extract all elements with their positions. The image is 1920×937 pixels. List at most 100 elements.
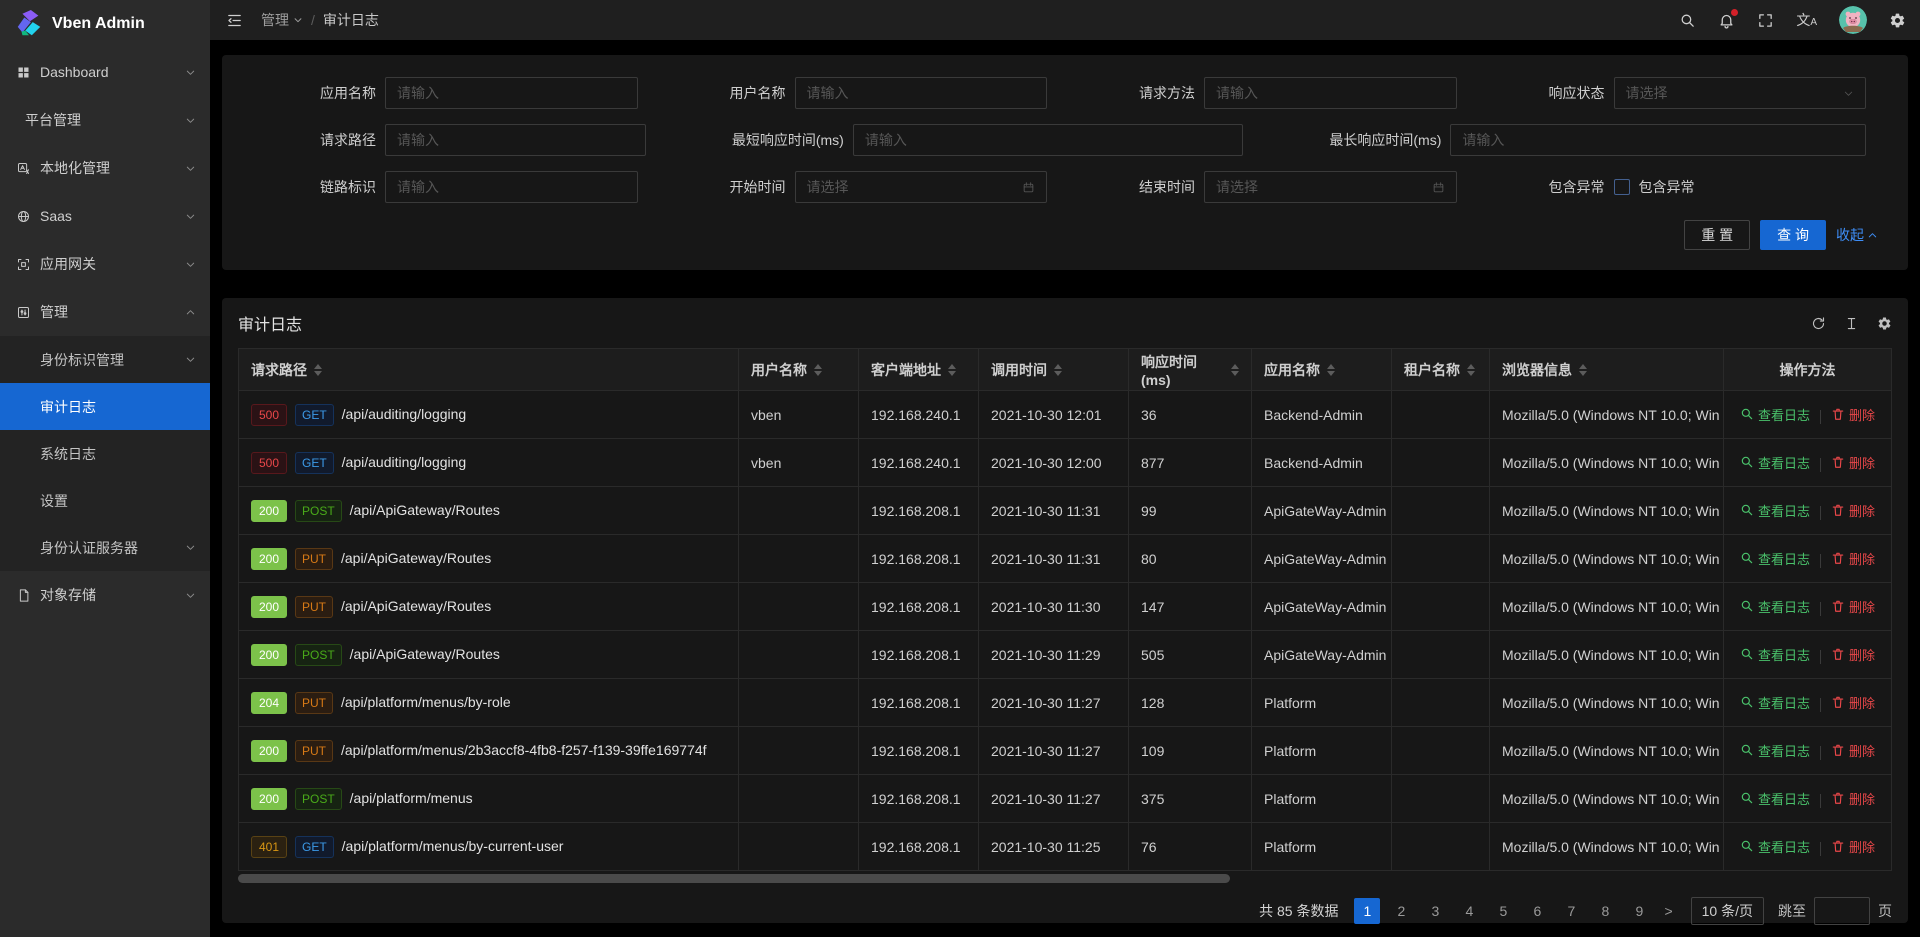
header-actions: 文A bbox=[1679, 6, 1906, 34]
action-divider bbox=[1820, 458, 1821, 472]
page-button-8[interactable]: 8 bbox=[1592, 898, 1618, 924]
delete-button[interactable]: 删除 bbox=[1831, 837, 1875, 856]
col-request-path[interactable]: 请求路径 bbox=[239, 349, 739, 391]
app-name-input[interactable] bbox=[385, 77, 638, 109]
page-button-7[interactable]: 7 bbox=[1558, 898, 1584, 924]
request-path: /api/ApiGateway/Routes bbox=[341, 598, 491, 614]
search-icon[interactable] bbox=[1679, 12, 1696, 29]
sort-icon[interactable] bbox=[1467, 364, 1475, 376]
start-time-picker[interactable]: 请选择 bbox=[795, 171, 1048, 203]
col-browser-info[interactable]: 浏览器信息 bbox=[1490, 349, 1724, 391]
page-button-6[interactable]: 6 bbox=[1524, 898, 1550, 924]
page-button-5[interactable]: 5 bbox=[1490, 898, 1516, 924]
sort-icon[interactable] bbox=[1054, 364, 1062, 376]
view-log-button[interactable]: 查看日志 bbox=[1740, 693, 1810, 712]
col-user-name[interactable]: 用户名称 bbox=[739, 349, 859, 391]
page-jump-input[interactable] bbox=[1814, 897, 1870, 925]
page-button-2[interactable]: 2 bbox=[1388, 898, 1414, 924]
response-status-select[interactable]: 请选择 bbox=[1614, 77, 1867, 109]
max-response-time-input[interactable] bbox=[1450, 124, 1866, 156]
delete-button[interactable]: 删除 bbox=[1831, 549, 1875, 568]
horizontal-scrollbar bbox=[238, 874, 1892, 883]
sort-icon[interactable] bbox=[948, 364, 956, 376]
chevron-down-icon bbox=[185, 211, 196, 222]
view-log-button[interactable]: 查看日志 bbox=[1740, 597, 1810, 616]
sort-icon[interactable] bbox=[1231, 364, 1239, 376]
view-log-button[interactable]: 查看日志 bbox=[1740, 549, 1810, 568]
request-method-input[interactable] bbox=[1204, 77, 1457, 109]
view-log-button[interactable]: 查看日志 bbox=[1740, 741, 1810, 760]
delete-button[interactable]: 删除 bbox=[1831, 741, 1875, 760]
has-exception-checkbox[interactable] bbox=[1614, 179, 1630, 195]
translate-icon[interactable]: 文A bbox=[1796, 13, 1817, 28]
min-response-time-input[interactable] bbox=[853, 124, 1244, 156]
sidebar-item-dashboard[interactable]: Dashboard bbox=[0, 48, 210, 96]
sort-icon[interactable] bbox=[314, 364, 322, 376]
end-time-picker[interactable]: 请选择 bbox=[1204, 171, 1457, 203]
sidebar-item-localization[interactable]: 本地化管理 bbox=[0, 144, 210, 192]
page-button-3[interactable]: 3 bbox=[1422, 898, 1448, 924]
app-name: ApiGateWay-Admin bbox=[1252, 631, 1392, 679]
scrollbar-thumb[interactable] bbox=[238, 874, 1230, 883]
sidebar-item-identity-management[interactable]: 身份标识管理 bbox=[0, 336, 210, 383]
response-time: 877 bbox=[1129, 439, 1252, 487]
view-log-button[interactable]: 查看日志 bbox=[1740, 501, 1810, 520]
delete-button[interactable]: 删除 bbox=[1831, 693, 1875, 712]
gear-icon[interactable] bbox=[1889, 12, 1906, 29]
view-log-button[interactable]: 查看日志 bbox=[1740, 405, 1810, 424]
breadcrumb-management[interactable]: 管理 bbox=[261, 10, 303, 30]
page-button-1[interactable]: 1 bbox=[1354, 898, 1380, 924]
sidebar-item-settings[interactable]: 设置 bbox=[0, 477, 210, 524]
request-path: /api/ApiGateway/Routes bbox=[350, 646, 500, 662]
col-client-address[interactable]: 客户端地址 bbox=[859, 349, 979, 391]
avatar[interactable] bbox=[1839, 6, 1867, 34]
sort-icon[interactable] bbox=[1579, 364, 1587, 376]
menu-fold-icon[interactable] bbox=[226, 12, 243, 29]
refresh-icon[interactable] bbox=[1811, 316, 1826, 331]
delete-button[interactable]: 删除 bbox=[1831, 453, 1875, 472]
page-size-select[interactable]: 10 条/页 bbox=[1691, 897, 1764, 925]
sort-icon[interactable] bbox=[1327, 364, 1335, 376]
col-app-name[interactable]: 应用名称 bbox=[1252, 349, 1392, 391]
row-height-icon[interactable] bbox=[1844, 316, 1859, 331]
page-button-9[interactable]: 9 bbox=[1626, 898, 1652, 924]
next-page-button[interactable]: > bbox=[1660, 903, 1676, 919]
vben-logo-icon bbox=[14, 9, 44, 39]
page-button-4[interactable]: 4 bbox=[1456, 898, 1482, 924]
delete-button[interactable]: 删除 bbox=[1831, 645, 1875, 664]
delete-button[interactable]: 删除 bbox=[1831, 789, 1875, 808]
sidebar-item-identity-server[interactable]: 身份认证服务器 bbox=[0, 524, 210, 571]
col-response-time[interactable]: 响应时间(ms) bbox=[1129, 349, 1252, 391]
fullscreen-icon[interactable] bbox=[1757, 12, 1774, 29]
sidebar-item-audit-log[interactable]: 审计日志 bbox=[0, 383, 210, 430]
query-button[interactable]: 查 询 bbox=[1760, 220, 1826, 250]
tenant-name bbox=[1392, 583, 1490, 631]
col-tenant-name[interactable]: 租户名称 bbox=[1392, 349, 1490, 391]
sidebar-item-system-log[interactable]: 系统日志 bbox=[0, 430, 210, 477]
sidebar-item-management[interactable]: 管理 bbox=[0, 288, 210, 336]
request-path-input[interactable] bbox=[385, 124, 646, 156]
view-log-button[interactable]: 查看日志 bbox=[1740, 837, 1810, 856]
sidebar-item-object-storage[interactable]: 对象存储 bbox=[0, 571, 210, 619]
col-call-time[interactable]: 调用时间 bbox=[979, 349, 1129, 391]
column-settings-gear-icon[interactable] bbox=[1877, 316, 1892, 331]
delete-button[interactable]: 删除 bbox=[1831, 501, 1875, 520]
total-count: 共 85 条数据 bbox=[1259, 901, 1338, 921]
delete-button[interactable]: 删除 bbox=[1831, 597, 1875, 616]
delete-button[interactable]: 删除 bbox=[1831, 405, 1875, 424]
view-log-button[interactable]: 查看日志 bbox=[1740, 645, 1810, 664]
client-address: 192.168.208.1 bbox=[859, 727, 979, 775]
bell-icon[interactable] bbox=[1718, 12, 1735, 29]
filter-app-name: 应用名称 bbox=[246, 77, 656, 109]
app-logo[interactable]: Vben Admin bbox=[0, 0, 210, 48]
trace-id-input[interactable] bbox=[385, 171, 638, 203]
view-log-button[interactable]: 查看日志 bbox=[1740, 453, 1810, 472]
reset-button[interactable]: 重 置 bbox=[1684, 220, 1750, 250]
sidebar-item-platform-management[interactable]: 平台管理 bbox=[0, 96, 210, 144]
collapse-link[interactable]: 收起 bbox=[1836, 225, 1878, 245]
sort-icon[interactable] bbox=[814, 364, 822, 376]
view-log-button[interactable]: 查看日志 bbox=[1740, 789, 1810, 808]
sidebar-item-saas[interactable]: Saas bbox=[0, 192, 210, 240]
user-name-input[interactable] bbox=[795, 77, 1048, 109]
sidebar-item-app-gateway[interactable]: 应用网关 bbox=[0, 240, 210, 288]
